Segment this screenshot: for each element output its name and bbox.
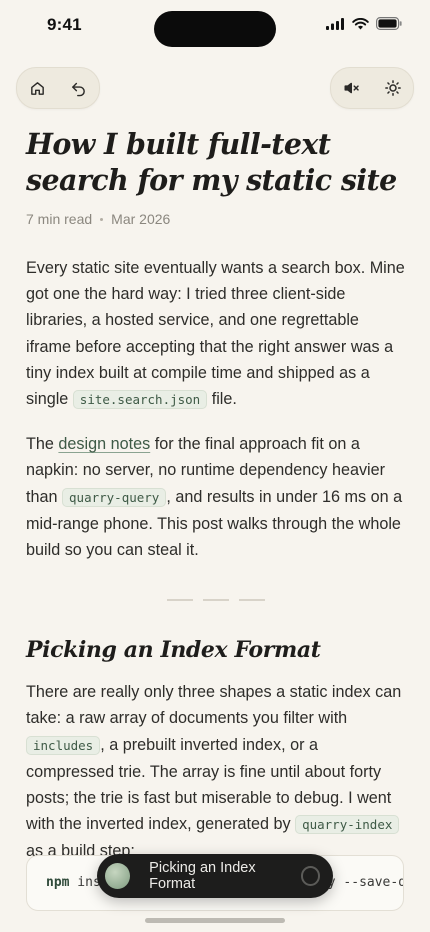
article-meta: 7 min read Mar 2026 — [26, 211, 406, 227]
home-icon — [31, 81, 44, 95]
inline-code-indexer: quarry-index — [295, 815, 400, 835]
home-indicator[interactable] — [145, 918, 285, 923]
read-time: 7 min read — [26, 211, 93, 227]
toast-label: Picking an Index Format — [149, 860, 256, 892]
inline-code-includes: includes — [26, 735, 101, 755]
section-toast[interactable]: Picking an Index Format — [97, 854, 333, 898]
paragraph-text: The — [26, 435, 59, 454]
mute-button[interactable] — [336, 72, 368, 104]
sun-icon — [384, 80, 401, 96]
inline-code-package: quarry-query — [62, 487, 167, 507]
progress-ring-icon — [300, 866, 320, 886]
back-button[interactable] — [63, 72, 95, 104]
paragraph-text: file. — [207, 390, 237, 409]
home-button[interactable] — [22, 72, 54, 104]
paragraph-text: There are really only three shapes a sta… — [26, 683, 402, 728]
battery-icon — [376, 17, 402, 30]
toast-avatar — [105, 863, 131, 889]
section-divider — [26, 599, 406, 602]
article-title: How I built full-text search for my stat… — [26, 127, 397, 197]
meta-separator — [100, 217, 104, 221]
status-bar: 9:41 — [0, 0, 430, 54]
status-icons — [326, 17, 402, 30]
undo-arrow-icon — [72, 82, 85, 96]
design-notes-link[interactable]: design notes — [58, 435, 150, 453]
cellular-signal-icon — [326, 17, 344, 30]
publish-date: Mar 2026 — [111, 211, 171, 227]
inline-code-filename: site.search.json — [72, 390, 208, 410]
dynamic-island — [154, 11, 276, 47]
code-command: npm — [46, 875, 70, 890]
nav-pill — [16, 67, 100, 109]
speaker-muted-icon — [344, 82, 359, 94]
wifi-icon — [352, 17, 369, 29]
status-time: 9:41 — [47, 15, 82, 34]
theme-toggle-button[interactable] — [377, 72, 409, 104]
article: How I built full-text search for my stat… — [26, 126, 406, 865]
section-heading: Picking an Index Format — [26, 637, 321, 664]
settings-pill — [330, 67, 414, 109]
paragraph-intro: Every static site eventually wants a sea… — [26, 255, 406, 413]
paragraph-design: The design notes for the final approach … — [26, 431, 406, 563]
paragraph-index-format: There are really only three shapes a sta… — [26, 679, 406, 864]
paragraph-text: Every static site eventually wants a sea… — [26, 259, 405, 409]
